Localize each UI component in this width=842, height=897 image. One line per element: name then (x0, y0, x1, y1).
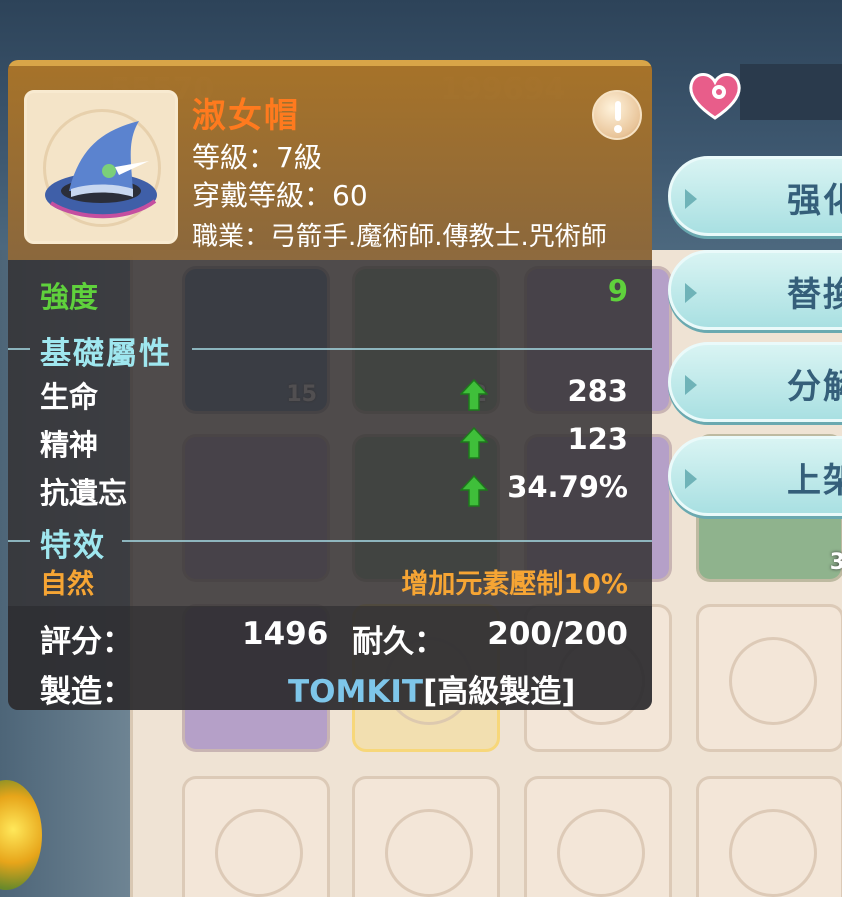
up-arrow-icon (460, 378, 488, 411)
durability-value: 200/200 (487, 616, 628, 652)
list-for-sale-button[interactable]: 上架 (668, 436, 842, 516)
list-for-sale-button-label: 上架 (787, 461, 842, 501)
crafter-label: 製造： (40, 674, 133, 710)
arrow-right-icon (685, 189, 697, 209)
stat-label: 抗遺忘 (40, 476, 128, 510)
stat-label: 生命 (40, 380, 99, 414)
inventory-slot[interactable] (696, 776, 842, 897)
witch-hat-icon (45, 121, 157, 219)
stat-value: 283 (567, 374, 628, 408)
up-arrow-icon (460, 474, 488, 507)
up-arrow-icon (460, 426, 488, 459)
arrow-right-icon (685, 469, 697, 489)
top-bar-strip (740, 64, 842, 120)
score-label: 評分： (40, 624, 133, 660)
base-attributes-title: 基礎屬性 (40, 336, 172, 372)
dismantle-button[interactable]: 分解 (668, 342, 842, 422)
item-classes: 職業：弓箭手.魔術師.傳教士.咒術師 (192, 222, 607, 252)
section-divider (192, 348, 652, 350)
effect-description: 增加元素壓制10% (401, 569, 628, 600)
stat-value: 123 (567, 422, 628, 456)
crafter-name: TOMKIT (288, 674, 424, 710)
slot-count: 3 (829, 550, 842, 575)
heart-icon[interactable] (686, 68, 744, 122)
inventory-slot[interactable] (352, 776, 500, 897)
strength-label: 強度 (40, 280, 99, 314)
item-icon-frame (24, 90, 178, 244)
replace-button-label: 替換 (787, 275, 842, 315)
effects-title: 特效 (40, 528, 106, 564)
arrow-right-icon (685, 283, 697, 303)
durability-label: 耐久： (352, 624, 445, 660)
inventory-slot[interactable] (524, 776, 672, 897)
inventory-slot[interactable] (182, 776, 330, 897)
effect-name: 自然 (40, 569, 94, 600)
item-level: 等級：7級 (192, 141, 322, 174)
enhance-button-label: 强化 (787, 181, 842, 221)
section-divider (122, 540, 652, 542)
dismantle-button-label: 分解 (787, 367, 842, 407)
item-tooltip: 淑女帽 等級：7級 穿戴等級：60 職業：弓箭手.魔術師.傳教士.咒術師 強度 … (8, 60, 652, 710)
stat-label: 精神 (40, 428, 99, 462)
stat-value: 34.79% (507, 470, 628, 504)
info-alert-icon[interactable] (592, 90, 642, 140)
crafter-info: TOMKIT[高級製造] (288, 666, 575, 710)
inventory-slot[interactable] (696, 604, 842, 752)
score-value: 1496 (242, 616, 329, 652)
enhance-button[interactable]: 强化 (668, 156, 842, 236)
arrow-right-icon (685, 375, 697, 395)
crafter-tag: [高級製造] (423, 674, 576, 710)
replace-button[interactable]: 替換 (668, 250, 842, 330)
item-wear-level: 穿戴等級：60 (192, 179, 368, 212)
item-name: 淑女帽 (192, 96, 300, 136)
strength-value: 9 (607, 274, 628, 308)
